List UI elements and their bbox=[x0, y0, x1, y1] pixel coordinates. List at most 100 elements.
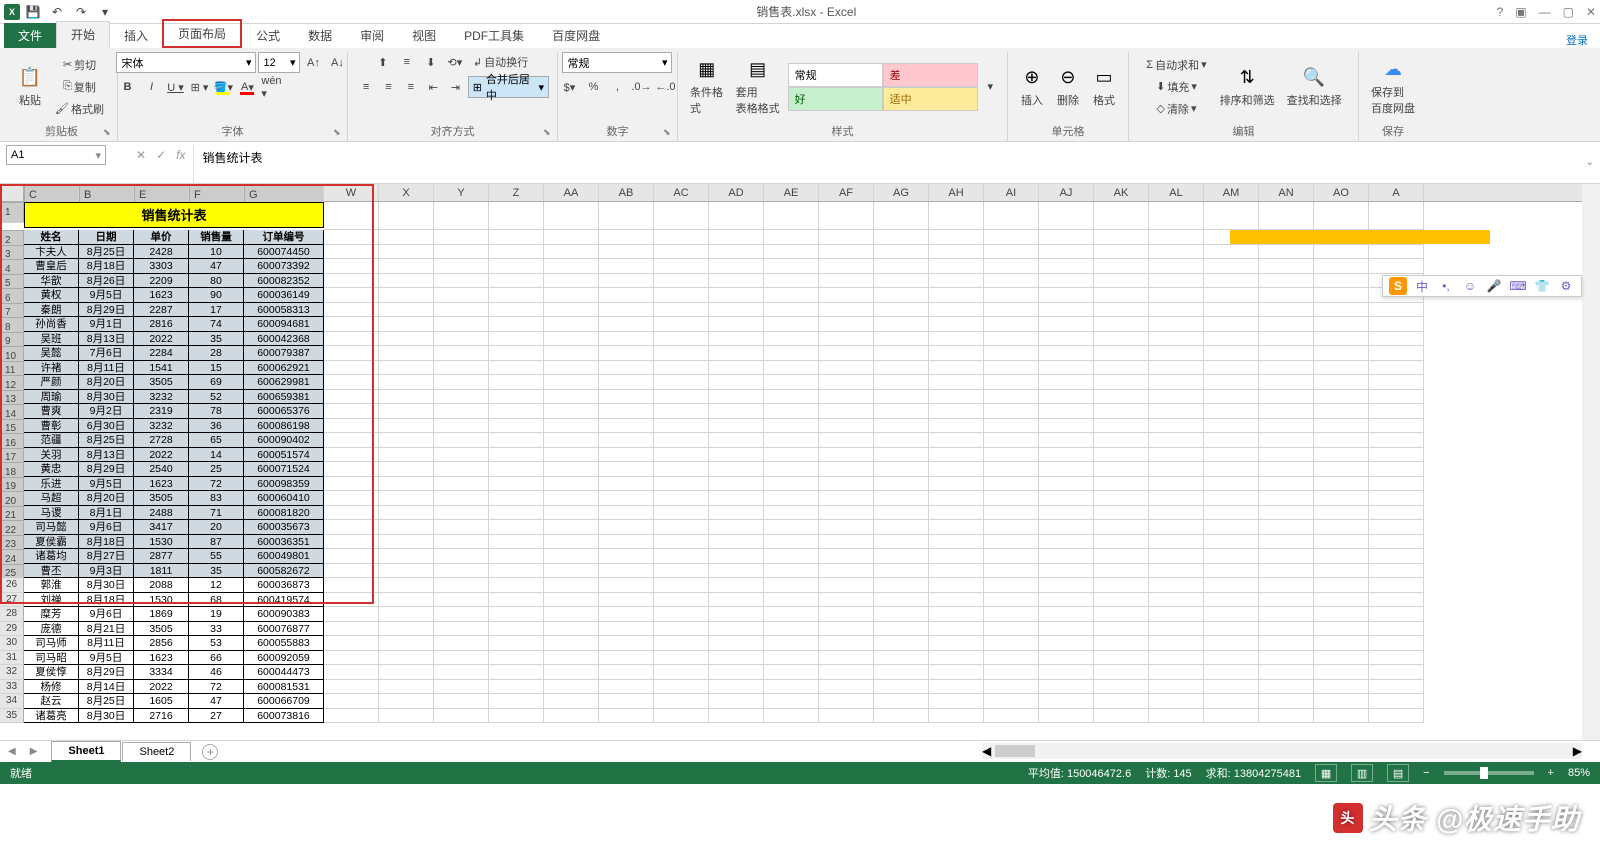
cell[interactable] bbox=[379, 564, 434, 579]
phonetic-button[interactable]: wén ▾ bbox=[260, 77, 282, 97]
cell[interactable] bbox=[1259, 202, 1314, 230]
cell[interactable]: 2728 bbox=[134, 433, 189, 448]
cell[interactable] bbox=[929, 462, 984, 477]
cell[interactable] bbox=[489, 332, 544, 347]
align-bottom-icon[interactable]: ⬇ bbox=[420, 52, 442, 72]
cell[interactable] bbox=[599, 477, 654, 492]
cell[interactable] bbox=[489, 622, 544, 637]
cell[interactable] bbox=[654, 506, 709, 521]
cell[interactable] bbox=[1369, 709, 1424, 724]
column-header[interactable]: AO bbox=[1314, 184, 1369, 201]
cell[interactable] bbox=[984, 593, 1039, 608]
cell[interactable]: 600073816 bbox=[244, 709, 324, 724]
cell[interactable]: 600419574 bbox=[244, 593, 324, 608]
italic-button[interactable]: I bbox=[140, 77, 162, 97]
cell[interactable] bbox=[874, 332, 929, 347]
cell[interactable] bbox=[379, 375, 434, 390]
cell[interactable] bbox=[654, 419, 709, 434]
cell[interactable] bbox=[764, 404, 819, 419]
cell[interactable] bbox=[654, 346, 709, 361]
cell[interactable] bbox=[379, 230, 434, 245]
cell[interactable] bbox=[1039, 506, 1094, 521]
indent-decrease-icon[interactable]: ⇤ bbox=[423, 77, 443, 97]
cell[interactable] bbox=[654, 578, 709, 593]
cell[interactable]: 600065376 bbox=[244, 404, 324, 419]
cell[interactable] bbox=[379, 578, 434, 593]
cell[interactable] bbox=[599, 390, 654, 405]
cell[interactable] bbox=[434, 564, 489, 579]
autosum-button[interactable]: Σ自动求和▾ bbox=[1141, 55, 1211, 75]
cell[interactable] bbox=[489, 303, 544, 318]
cell[interactable] bbox=[709, 448, 764, 463]
cell[interactable] bbox=[929, 607, 984, 622]
cell[interactable] bbox=[489, 245, 544, 260]
cell[interactable] bbox=[379, 332, 434, 347]
column-header[interactable]: A bbox=[1369, 184, 1424, 201]
cell[interactable] bbox=[764, 245, 819, 260]
cell[interactable] bbox=[1149, 245, 1204, 260]
cell[interactable]: 65 bbox=[189, 433, 244, 448]
cell[interactable] bbox=[1314, 448, 1369, 463]
cell[interactable] bbox=[764, 317, 819, 332]
cell[interactable] bbox=[379, 390, 434, 405]
cell[interactable] bbox=[984, 375, 1039, 390]
cell[interactable] bbox=[379, 593, 434, 608]
cell[interactable]: 2319 bbox=[134, 404, 189, 419]
cell[interactable] bbox=[819, 564, 874, 579]
cell[interactable] bbox=[764, 419, 819, 434]
cell[interactable]: 90 bbox=[189, 288, 244, 303]
cell[interactable] bbox=[1259, 303, 1314, 318]
cell[interactable] bbox=[1369, 259, 1424, 274]
cell[interactable] bbox=[324, 462, 379, 477]
cell[interactable] bbox=[379, 274, 434, 289]
cell[interactable] bbox=[764, 288, 819, 303]
cell[interactable] bbox=[379, 245, 434, 260]
undo-button[interactable]: ↶ bbox=[46, 2, 68, 22]
cell[interactable] bbox=[379, 680, 434, 695]
cell[interactable] bbox=[1039, 202, 1094, 230]
row-header[interactable]: 34 bbox=[0, 694, 24, 709]
cell[interactable] bbox=[599, 259, 654, 274]
cell[interactable] bbox=[1314, 564, 1369, 579]
cell[interactable]: 9月1日 bbox=[79, 317, 134, 332]
cell[interactable] bbox=[1094, 535, 1149, 550]
cell[interactable] bbox=[544, 274, 599, 289]
cell[interactable] bbox=[1149, 390, 1204, 405]
cell[interactable] bbox=[984, 564, 1039, 579]
cell[interactable] bbox=[1094, 622, 1149, 637]
cell[interactable]: 8月21日 bbox=[79, 622, 134, 637]
cell[interactable] bbox=[1204, 462, 1259, 477]
scroll-thumb[interactable] bbox=[995, 745, 1035, 757]
cell[interactable]: 72 bbox=[189, 477, 244, 492]
cell[interactable] bbox=[599, 607, 654, 622]
cell[interactable]: 600629981 bbox=[244, 375, 324, 390]
cell[interactable] bbox=[819, 651, 874, 666]
cell[interactable]: 3505 bbox=[134, 622, 189, 637]
qat-customize-icon[interactable]: ▾ bbox=[94, 2, 116, 22]
column-header[interactable]: AH bbox=[929, 184, 984, 201]
cell[interactable] bbox=[819, 477, 874, 492]
cell[interactable] bbox=[1039, 622, 1094, 637]
border-button[interactable]: ⊞ ▾ bbox=[188, 77, 210, 97]
cell[interactable]: 8月13日 bbox=[79, 448, 134, 463]
cell[interactable] bbox=[1204, 202, 1259, 230]
cell[interactable] bbox=[654, 448, 709, 463]
cell[interactable] bbox=[1314, 274, 1369, 289]
cell[interactable] bbox=[1039, 694, 1094, 709]
select-all-corner[interactable] bbox=[0, 184, 24, 201]
cell[interactable] bbox=[379, 346, 434, 361]
cell[interactable] bbox=[324, 622, 379, 637]
cell[interactable] bbox=[1149, 404, 1204, 419]
zoom-level[interactable]: 85% bbox=[1568, 767, 1590, 779]
cell[interactable] bbox=[1204, 607, 1259, 622]
cell[interactable] bbox=[709, 651, 764, 666]
cell[interactable] bbox=[544, 593, 599, 608]
cell-style-good[interactable]: 好 bbox=[788, 87, 883, 111]
cell[interactable] bbox=[1094, 346, 1149, 361]
cell[interactable] bbox=[544, 622, 599, 637]
tab-page-layout[interactable]: 页面布局 bbox=[162, 19, 242, 48]
cell[interactable] bbox=[819, 274, 874, 289]
cell[interactable] bbox=[1259, 491, 1314, 506]
cell[interactable] bbox=[1204, 259, 1259, 274]
cell[interactable] bbox=[819, 346, 874, 361]
